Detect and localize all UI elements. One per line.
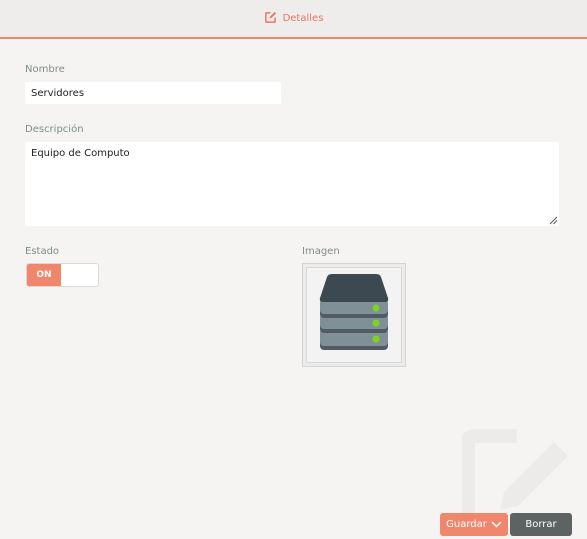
- status-toggle[interactable]: ON: [26, 263, 99, 287]
- delete-button[interactable]: Borrar: [510, 513, 572, 536]
- edit-icon: [264, 9, 277, 28]
- image-label: Imagen: [302, 246, 340, 257]
- image-preview: [306, 267, 402, 363]
- server-icon: [319, 274, 389, 350]
- tab-detalles[interactable]: Detalles: [264, 9, 324, 28]
- toggle-on-label: ON: [27, 264, 61, 286]
- tab-label: Detalles: [282, 13, 324, 24]
- resize-grip-icon[interactable]: [549, 216, 558, 225]
- chevron-down-icon: [491, 521, 502, 528]
- save-button-label: Guardar: [446, 519, 487, 530]
- description-label: Descripción: [25, 124, 84, 135]
- delete-button-label: Borrar: [525, 519, 557, 530]
- save-button[interactable]: Guardar: [440, 513, 508, 536]
- status-label: Estado: [25, 246, 60, 257]
- top-header: Detalles: [0, 0, 587, 39]
- image-thumbnail[interactable]: [302, 263, 406, 367]
- name-input[interactable]: [25, 82, 281, 104]
- name-label: Nombre: [25, 64, 65, 75]
- description-textarea[interactable]: Equipo de Computo: [25, 142, 559, 226]
